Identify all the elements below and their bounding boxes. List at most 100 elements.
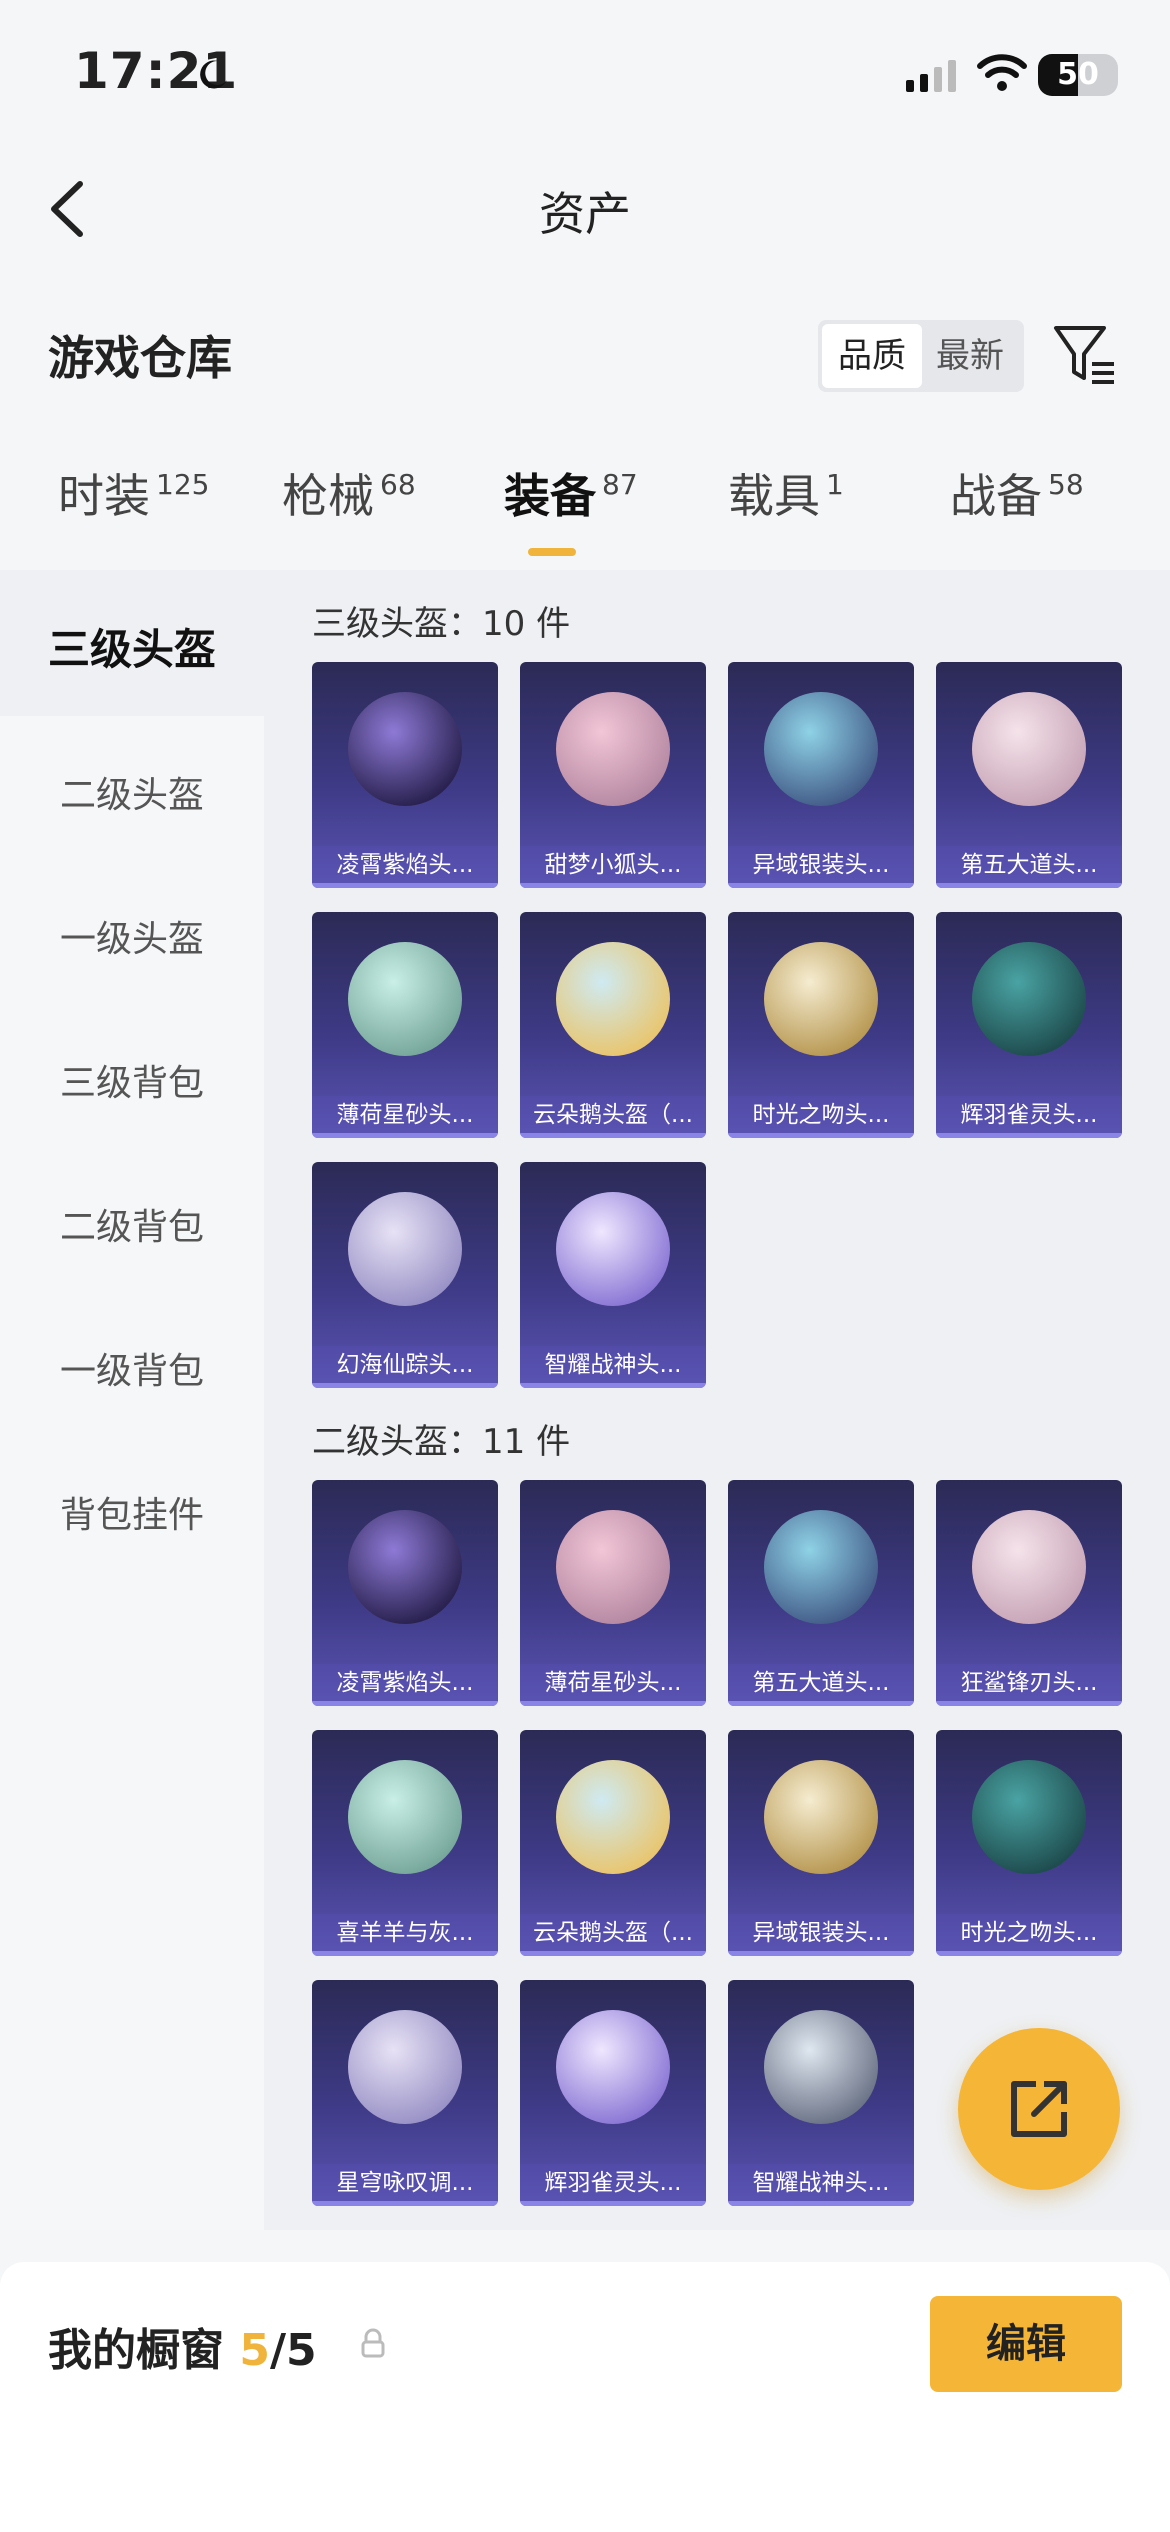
item-card[interactable]: 第五大道头... — [936, 662, 1122, 888]
helmet-image — [764, 2010, 878, 2124]
tab-equipment[interactable]: 装备 87 — [504, 460, 638, 526]
warehouse-title: 游戏仓库 — [48, 331, 232, 385]
item-rarity-bar — [312, 1383, 498, 1388]
helmet-image — [348, 2010, 462, 2124]
sidebar-item-backpack-charm[interactable]: 背包挂件 — [0, 1486, 264, 1538]
item-name: 时光之吻头... — [728, 1096, 914, 1134]
tab-guns[interactable]: 枪械 68 — [282, 460, 416, 526]
sort-latest[interactable]: 最新 — [920, 324, 1020, 388]
sidebar-item-level2-helmet[interactable]: 二级头盔 — [0, 766, 264, 818]
item-card[interactable]: 甜梦小狐头... — [520, 662, 706, 888]
item-rarity-bar — [728, 1951, 914, 1956]
sort-quality[interactable]: 品质 — [822, 324, 922, 388]
sidebar-item-level1-helmet[interactable]: 一级头盔 — [0, 910, 264, 962]
showcase-total: /5 — [269, 2325, 317, 2376]
item-rarity-bar — [312, 1133, 498, 1138]
item-rarity-bar — [728, 883, 914, 888]
showcase-bar: 我的橱窗 5/5 编辑 — [0, 2262, 1170, 2532]
item-card[interactable]: 薄荷星砂头... — [312, 912, 498, 1138]
item-card[interactable]: 云朵鹅头盔（... — [520, 1730, 706, 1956]
helmet-image — [556, 692, 670, 806]
item-card[interactable]: 凌霄紫焰头... — [312, 1480, 498, 1706]
helmet-image — [972, 942, 1086, 1056]
item-rarity-bar — [936, 1133, 1122, 1138]
tab-fashion[interactable]: 时装 125 — [58, 460, 209, 526]
item-rarity-bar — [936, 883, 1122, 888]
helmet-image — [764, 1760, 878, 1874]
item-card[interactable]: 异域银装头... — [728, 662, 914, 888]
item-name: 智耀战神头... — [728, 2164, 914, 2202]
helmet-image — [556, 1510, 670, 1624]
item-card[interactable]: 辉羽雀灵头... — [936, 912, 1122, 1138]
tab-label: 载具 — [728, 469, 820, 523]
section-title-level3: 三级头盔：10 件 — [312, 604, 571, 644]
item-card[interactable]: 辉羽雀灵头... — [520, 1980, 706, 2206]
helmet-image — [764, 692, 878, 806]
helmet-image — [972, 692, 1086, 806]
item-rarity-bar — [728, 1701, 914, 1706]
item-name: 智耀战神头... — [520, 1346, 706, 1384]
item-rarity-bar — [520, 1701, 706, 1706]
item-name: 甜梦小狐头... — [520, 846, 706, 884]
helmet-image — [764, 1510, 878, 1624]
page-title: 资产 — [539, 187, 631, 241]
filter-icon[interactable] — [1052, 322, 1118, 388]
share-button[interactable] — [958, 2028, 1120, 2190]
tab-label: 枪械 — [282, 469, 374, 523]
tab-label: 战备 — [950, 469, 1042, 523]
item-name: 第五大道头... — [728, 1664, 914, 1702]
item-name: 第五大道头... — [936, 846, 1122, 884]
item-rarity-bar — [312, 1701, 498, 1706]
item-card[interactable]: 幻海仙踪头... — [312, 1162, 498, 1388]
tab-label: 时装 — [58, 469, 150, 523]
item-card[interactable]: 第五大道头... — [728, 1480, 914, 1706]
tab-count: 58 — [1048, 468, 1084, 501]
item-rarity-bar — [312, 2201, 498, 2206]
item-card[interactable]: 智耀战神头... — [520, 1162, 706, 1388]
item-card[interactable]: 狂鲨锋刃头... — [936, 1480, 1122, 1706]
lock-icon — [361, 2328, 385, 2358]
signal-icon — [906, 60, 956, 92]
helmet-image — [556, 942, 670, 1056]
item-name: 时光之吻头... — [936, 1914, 1122, 1952]
sidebar: 三级头盔 二级头盔 一级头盔 三级背包 二级背包 一级背包 背包挂件 — [0, 570, 264, 2230]
sidebar-item-level3-backpack[interactable]: 三级背包 — [0, 1054, 264, 1106]
item-name: 薄荷星砂头... — [312, 1096, 498, 1134]
item-card[interactable]: 时光之吻头... — [728, 912, 914, 1138]
sidebar-item-level3-helmet[interactable]: 三级头盔 — [0, 616, 264, 677]
item-card[interactable]: 薄荷星砂头... — [520, 1480, 706, 1706]
item-name: 凌霄紫焰头... — [312, 1664, 498, 1702]
item-name: 辉羽雀灵头... — [520, 2164, 706, 2202]
item-rarity-bar — [520, 1951, 706, 1956]
tab-count: 1 — [826, 468, 844, 501]
item-card[interactable]: 星穹咏叹调... — [312, 1980, 498, 2206]
share-icon — [1011, 2081, 1067, 2137]
item-rarity-bar — [312, 883, 498, 888]
section-title-level2: 二级头盔：11 件 — [312, 1422, 571, 1462]
helmet-image — [348, 1760, 462, 1874]
item-card[interactable]: 喜羊羊与灰... — [312, 1730, 498, 1956]
helmet-image — [972, 1510, 1086, 1624]
showcase-label: 我的橱窗 5/5 — [48, 2314, 317, 2378]
item-rarity-bar — [728, 1133, 914, 1138]
item-card[interactable]: 时光之吻头... — [936, 1730, 1122, 1956]
item-card[interactable]: 异域银装头... — [728, 1730, 914, 1956]
item-card[interactable]: 凌霄紫焰头... — [312, 662, 498, 888]
helmet-image — [348, 692, 462, 806]
helmet-image — [348, 1510, 462, 1624]
sidebar-item-level1-backpack[interactable]: 一级背包 — [0, 1342, 264, 1394]
edit-button[interactable]: 编辑 — [930, 2296, 1122, 2392]
showcase-title: 我的橱窗 — [48, 2325, 224, 2376]
item-name: 辉羽雀灵头... — [936, 1096, 1122, 1134]
item-rarity-bar — [520, 2201, 706, 2206]
item-name: 云朵鹅头盔（... — [520, 1914, 706, 1952]
active-tab-indicator — [528, 548, 576, 556]
item-card[interactable]: 智耀战神头... — [728, 1980, 914, 2206]
tab-battle-prep[interactable]: 战备 58 — [950, 460, 1084, 526]
sidebar-item-level2-backpack[interactable]: 二级背包 — [0, 1198, 264, 1250]
category-tabs: 时装 125 枪械 68 装备 87 载具 1 战备 58 — [0, 460, 1170, 570]
showcase-count: 5 — [239, 2325, 270, 2376]
item-card[interactable]: 云朵鹅头盔（... — [520, 912, 706, 1138]
tab-vehicles[interactable]: 载具 1 — [728, 460, 844, 526]
item-name: 异域银装头... — [728, 846, 914, 884]
